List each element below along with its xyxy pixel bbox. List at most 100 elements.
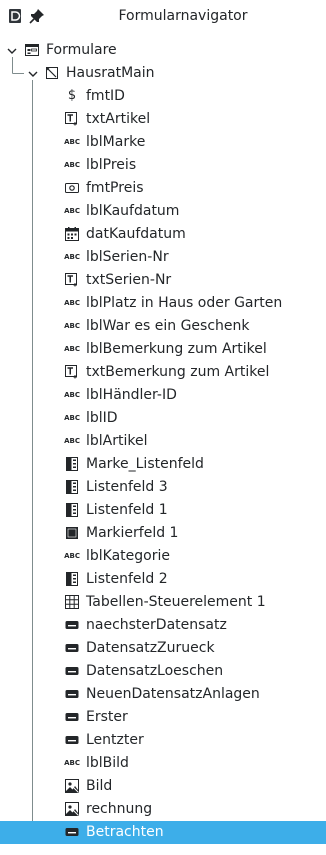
form-navigator-tree[interactable]: Formulare HausratMain $ fmtID txtArtikel AB… [0, 39, 326, 844]
tree-item-control[interactable]: fmtPreis [0, 177, 326, 200]
tree-item-label: lblSerien-Nr [86, 249, 169, 265]
tree-item-label: lblBemerkung zum Artikel [86, 341, 267, 357]
tree-item-control[interactable]: txtSerien-Nr [0, 269, 326, 292]
tree-item-label: Bild [86, 778, 113, 794]
label-icon: ABC [64, 299, 80, 307]
tree-item-control[interactable]: naechsterDatensatz [0, 614, 326, 637]
tree-item-control[interactable]: Betrachten [0, 821, 326, 844]
tree-item-label: txtSerien-Nr [86, 272, 172, 288]
tree-item-label: Lentzter [86, 732, 144, 748]
tree-item-label: Formulare [46, 42, 117, 58]
push-button-icon [65, 641, 79, 655]
date-field-icon [65, 227, 79, 241]
image-control-icon [65, 802, 79, 816]
text-box-icon [65, 365, 79, 379]
tree-item-control[interactable]: Listenfeld 3 [0, 476, 326, 499]
label-icon: ABC [64, 759, 80, 767]
tree-item-label: Listenfeld 1 [86, 502, 168, 518]
tree-item-control[interactable]: Lentzter [0, 729, 326, 752]
label-icon: ABC [64, 322, 80, 330]
tree-item-control[interactable]: rechnung [0, 798, 326, 821]
tree-item-label: DatensatzZurueck [86, 640, 215, 656]
tree-item-label: txtBemerkung zum Artikel [86, 364, 270, 380]
tree-item-label: lblPreis [86, 157, 137, 173]
tree-item-control[interactable]: Markierfeld 1 [0, 522, 326, 545]
tree-item-control[interactable]: Tabellen-Steuerelement 1 [0, 591, 326, 614]
text-box-icon [65, 273, 79, 287]
tree-item-control[interactable]: ABC lblPreis [0, 154, 326, 177]
chevron-down-icon[interactable] [5, 43, 19, 57]
tree-item-label: rechnung [86, 801, 153, 817]
tree-item-label: fmtPreis [86, 180, 144, 196]
chevron-down-icon[interactable] [26, 66, 40, 80]
tree-item-label: Listenfeld 3 [86, 479, 168, 495]
tree-item-label: lblHändler-ID [86, 387, 177, 403]
tree-item-label: lblPlatz in Haus oder Garten [86, 295, 283, 311]
push-button-icon [65, 664, 79, 678]
list-box-icon [65, 572, 79, 586]
tree-item-control[interactable]: ABC lblBemerkung zum Artikel [0, 338, 326, 361]
label-icon: ABC [64, 161, 80, 169]
push-button-icon [65, 710, 79, 724]
label-icon: ABC [64, 552, 80, 560]
tree-item-control[interactable]: datKaufdatum [0, 223, 326, 246]
tree-item-label: Erster [86, 709, 128, 725]
image-control-icon [65, 779, 79, 793]
tree-item-control[interactable]: ABC lblSerien-Nr [0, 246, 326, 269]
list-box-icon [65, 457, 79, 471]
tree-item-control[interactable]: Marke_Listenfeld [0, 453, 326, 476]
push-button-icon [65, 733, 79, 747]
tree-item-label: Marke_Listenfeld [86, 456, 204, 472]
tree-item-label: datKaufdatum [86, 226, 186, 242]
tree-item-control[interactable]: DatensatzLoeschen [0, 660, 326, 683]
tree-item-label: Listenfeld 2 [86, 571, 168, 587]
tree-item-control[interactable]: Bild [0, 775, 326, 798]
tree-item-label: lblKategorie [86, 548, 170, 564]
tree-item-control[interactable]: $ fmtID [0, 85, 326, 108]
tree-item-label: Betrachten [86, 824, 164, 840]
form-icon [45, 66, 59, 80]
tree-item-label: lblKaufdatum [86, 203, 180, 219]
currency-field-icon [65, 181, 79, 195]
tree-item-control[interactable]: ABC lblPlatz in Haus oder Garten [0, 292, 326, 315]
tree-item-control[interactable]: txtArtikel [0, 108, 326, 131]
tree-item-control[interactable]: txtBemerkung zum Artikel [0, 361, 326, 384]
window-title: Formularnavigator [118, 8, 248, 24]
label-icon: ABC [64, 138, 80, 146]
tree-item-label: NeuenDatensatzAnlagen [86, 686, 260, 702]
tree-item-control[interactable]: ABC lblKaufdatum [0, 200, 326, 223]
tree-item-label: naechsterDatensatz [86, 617, 227, 633]
table-control-icon [65, 595, 79, 609]
tree-item-control[interactable]: ABC lblBild [0, 752, 326, 775]
check-box-icon [65, 526, 79, 540]
tree-item-control[interactable]: Erster [0, 706, 326, 729]
label-icon: ABC [64, 207, 80, 215]
tree-item-label: lblBild [86, 755, 129, 771]
tree-item-control[interactable]: DatensatzZurueck [0, 637, 326, 660]
tree-item-hausratmain[interactable]: HausratMain [0, 62, 326, 85]
label-icon: ABC [64, 345, 80, 353]
tree-item-control[interactable]: ABC lblMarke [0, 131, 326, 154]
tree-item-label: DatensatzLoeschen [86, 663, 224, 679]
tree-item-control[interactable]: ABC lblHändler-ID [0, 384, 326, 407]
tree-item-label: lblWar es ein Geschenk [86, 318, 250, 334]
tree-item-formulare[interactable]: Formulare [0, 39, 326, 62]
forms-icon [25, 43, 39, 57]
tree-item-control[interactable]: Listenfeld 1 [0, 499, 326, 522]
tree-item-label: txtArtikel [86, 111, 151, 127]
tree-item-control[interactable]: ABC lblKategorie [0, 545, 326, 568]
tree-item-control[interactable]: Listenfeld 2 [0, 568, 326, 591]
list-box-icon [65, 503, 79, 517]
list-box-icon [65, 480, 79, 494]
label-icon: ABC [64, 437, 80, 445]
push-button-icon [65, 825, 79, 839]
tree-item-control[interactable]: ABC lblID [0, 407, 326, 430]
tree-item-label: fmtID [86, 88, 125, 104]
tree-item-control[interactable]: ABC lblWar es ein Geschenk [0, 315, 326, 338]
tree-item-label: lblMarke [86, 134, 146, 150]
tree-item-control[interactable]: ABC lblArtikel [0, 430, 326, 453]
tree-item-control[interactable]: NeuenDatensatzAnlagen [0, 683, 326, 706]
label-icon: ABC [64, 391, 80, 399]
text-box-icon [65, 112, 79, 126]
tree-item-label: Tabellen-Steuerelement 1 [86, 594, 266, 610]
